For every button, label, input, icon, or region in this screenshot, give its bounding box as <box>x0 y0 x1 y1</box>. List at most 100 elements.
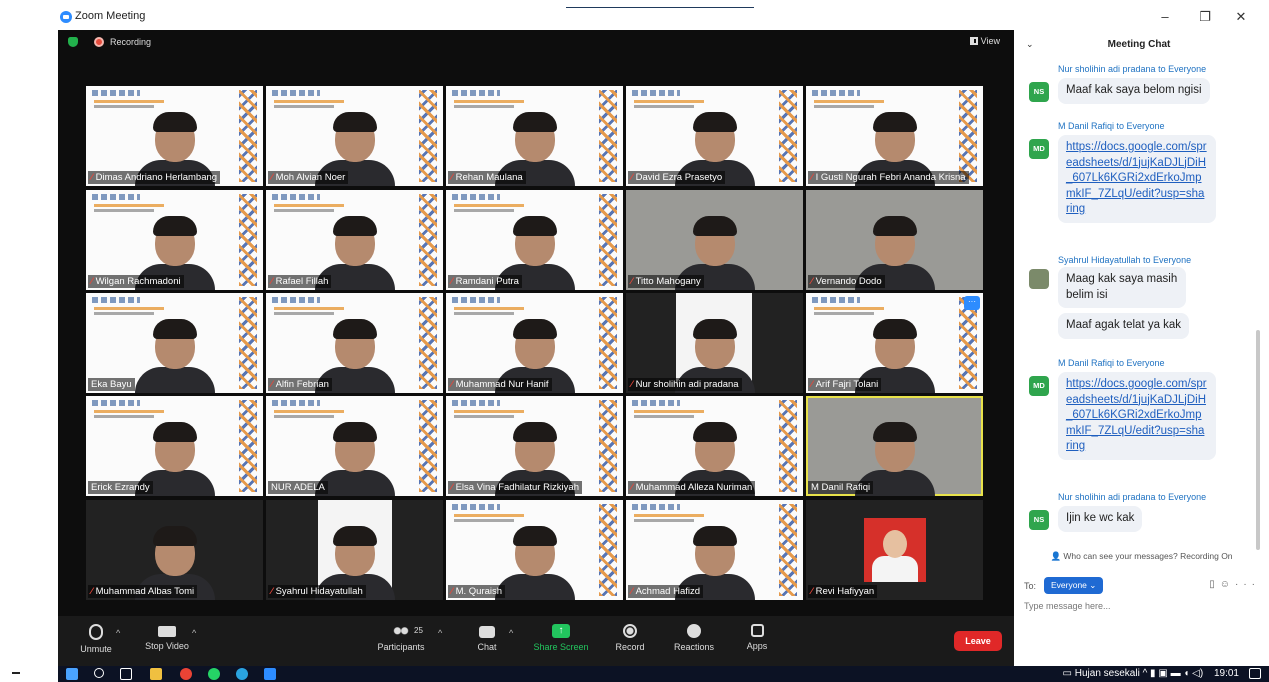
record-icon <box>623 624 637 638</box>
unmute-button[interactable]: Unmute <box>76 624 116 654</box>
reactions-label: Reactions <box>673 642 715 652</box>
participant-name-label: ⁄ Alfin Febrian <box>268 378 332 391</box>
participant-tile[interactable]: ⁄ Syahrul Hidayatullah <box>266 500 443 600</box>
participant-tile[interactable]: ⁄ Ramdani Putra <box>446 190 623 290</box>
chat-bubble-icon <box>479 626 495 638</box>
participant-tile[interactable]: ⁄ Nur sholihin adi pradana <box>626 293 803 393</box>
participant-name: David Ezra Prasetyo <box>635 172 723 183</box>
participant-tile[interactable]: NUR ADELA <box>266 396 443 496</box>
view-button[interactable]: View <box>969 36 1000 46</box>
file-icon[interactable]: ▯ <box>1209 579 1220 590</box>
whatsapp-icon[interactable] <box>208 668 220 680</box>
unmute-label: Unmute <box>80 644 112 654</box>
participant-tile[interactable]: ⁄ Muhammad Albas Tomi <box>86 500 263 600</box>
virtual-background-banner-title <box>634 410 704 413</box>
emoji-icon[interactable]: ☺ <box>1220 579 1235 590</box>
participant-name: Alfin Febrian <box>275 379 329 390</box>
apps-button[interactable]: Apps <box>742 624 772 651</box>
reactions-button[interactable]: Reactions <box>670 624 718 652</box>
participant-tile[interactable]: M Danil Rafiqi <box>806 396 983 496</box>
participant-tile[interactable]: ⁄ Alfin Febrian <box>266 293 443 393</box>
muted-microphone-icon <box>89 624 103 640</box>
search-icon[interactable] <box>94 668 104 678</box>
muted-mic-icon: ⁄ <box>91 172 93 183</box>
virtual-background-banner-logos <box>272 297 320 303</box>
profile-photo <box>864 518 926 582</box>
participant-tile[interactable]: Erick Ezrandy <box>86 396 263 496</box>
participant-tile[interactable]: Eka Bayu <box>86 293 263 393</box>
notification-icon[interactable] <box>1249 668 1261 679</box>
participant-tile[interactable]: ⁄ Elsa Vina Fadhilatur Rizkiyah <box>446 396 623 496</box>
participant-tile[interactable]: ··· ⁄ Arif Fajri Tolani <box>806 293 983 393</box>
windows-start-icon[interactable] <box>66 668 78 680</box>
tile-more-options-icon[interactable]: ··· <box>964 296 980 310</box>
participant-tile[interactable]: ⁄ Achmad Hafizd <box>626 500 803 600</box>
chrome-icon[interactable] <box>180 668 192 680</box>
audio-options-caret-icon[interactable]: ^ <box>116 628 120 638</box>
close-icon[interactable]: ✕ <box>1230 8 1252 26</box>
participant-tile[interactable]: ⁄ Muhammad Nur Hanif <box>446 293 623 393</box>
security-shield-icon[interactable] <box>68 37 78 47</box>
more-icon[interactable]: ··· <box>1235 579 1260 590</box>
leave-button[interactable]: Leave <box>954 631 1002 651</box>
participant-name: Muhammad Alleza Nuriman <box>635 482 753 493</box>
participant-name-label: ⁄ Achmad Hafizd <box>628 585 704 598</box>
virtual-background-banner-logos <box>272 194 320 200</box>
participant-tile[interactable]: ⁄ David Ezra Prasetyo <box>626 86 803 186</box>
video-options-caret-icon[interactable]: ^ <box>192 628 196 638</box>
telegram-icon[interactable] <box>236 668 248 680</box>
chat-message-input[interactable]: Type message here... <box>1024 601 1111 611</box>
participant-tile[interactable]: ⁄ Moh Alvian Noer <box>266 86 443 186</box>
file-explorer-icon[interactable] <box>150 668 162 680</box>
virtual-background-pattern <box>599 90 617 182</box>
participant-name-label: ⁄ Moh Alvian Noer <box>268 171 349 184</box>
participant-name-label: ⁄ Titto Mahogany <box>628 275 704 288</box>
muted-mic-icon: ⁄ <box>271 276 273 287</box>
message-text: Maag kak saya masih belim isi <box>1058 267 1186 308</box>
participant-name: M Danil Rafiqi <box>811 482 871 493</box>
recipient-dropdown[interactable]: Everyone ⌄ <box>1044 577 1104 594</box>
participant-tile[interactable]: ⁄ Muhammad Alleza Nuriman <box>626 396 803 496</box>
participant-tile[interactable]: ⁄ Revi Hafiyyan <box>806 500 983 600</box>
virtual-background-banner-title <box>454 100 524 103</box>
chat-button[interactable]: Chat <box>470 624 504 652</box>
participant-tile[interactable]: ⁄ M. Quraish <box>446 500 623 600</box>
participant-name: Dimas Andriano Herlambang <box>95 172 218 183</box>
participant-tile[interactable]: ⁄ I Gusti Ngurah Febri Ananda Krisna <box>806 86 983 186</box>
share-screen-label: Share Screen <box>533 642 589 652</box>
message-link[interactable]: https://docs.google.com/spreadsheets/d/1… <box>1058 135 1216 223</box>
restore-icon[interactable]: ❐ <box>1194 8 1216 26</box>
participant-tile[interactable]: ⁄ Dimas Andriano Herlambang <box>86 86 263 186</box>
participant-name: Elsa Vina Fadhilatur Rizkiyah <box>455 482 579 493</box>
weather-text[interactable]: Hujan sesekali <box>1075 668 1140 679</box>
zoom-window: Zoom Meeting – ❐ ✕ Recording View ⁄ Dimas… <box>0 0 1269 682</box>
stop-video-button[interactable]: Stop Video <box>142 624 192 651</box>
participants-caret-icon[interactable]: ^ <box>438 628 442 638</box>
share-screen-button[interactable]: ↑ Share Screen <box>530 624 592 652</box>
chat-caret-icon[interactable]: ^ <box>509 628 513 638</box>
participant-tile[interactable]: ⁄ Rehan Maulana <box>446 86 623 186</box>
participant-tile[interactable]: ⁄ Titto Mahogany <box>626 190 803 290</box>
virtual-background-pattern <box>239 90 257 182</box>
participant-tile[interactable]: ⁄ Wilgan Rachmadoni <box>86 190 263 290</box>
muted-mic-icon: ⁄ <box>271 172 273 183</box>
zoom-taskbar-icon[interactable] <box>264 668 276 680</box>
message-link[interactable]: https://docs.google.com/spreadsheets/d/1… <box>1058 372 1216 460</box>
participant-tile[interactable]: ⁄ Vernando Dodo <box>806 190 983 290</box>
minimize-icon[interactable]: – <box>1154 8 1176 26</box>
muted-mic-icon: ⁄ <box>451 586 453 597</box>
participant-tile[interactable]: ⁄ Rafael Fillah <box>266 190 443 290</box>
virtual-background-pattern <box>599 297 617 389</box>
chevron-down-icon: ⌄ <box>1089 580 1097 590</box>
clock[interactable]: 19:01 <box>1214 668 1239 679</box>
virtual-background-banner-logos <box>272 400 320 406</box>
tray-icons[interactable]: ^ ▮ ▣ ▬ ◖ ◁) <box>1140 668 1206 679</box>
virtual-background-banner-logos <box>92 194 140 200</box>
record-button[interactable]: Record <box>612 624 648 652</box>
participant-name-label: ⁄ Elsa Vina Fadhilatur Rizkiyah <box>448 481 582 494</box>
message-text: Ijin ke wc kak <box>1058 506 1143 532</box>
task-view-icon[interactable] <box>120 668 132 680</box>
chat-scrollbar[interactable] <box>1256 330 1260 550</box>
chat-visibility-notice[interactable]: 👤 Who can see your messages? Recording O… <box>1014 551 1269 562</box>
muted-mic-icon: ⁄ <box>631 586 633 597</box>
